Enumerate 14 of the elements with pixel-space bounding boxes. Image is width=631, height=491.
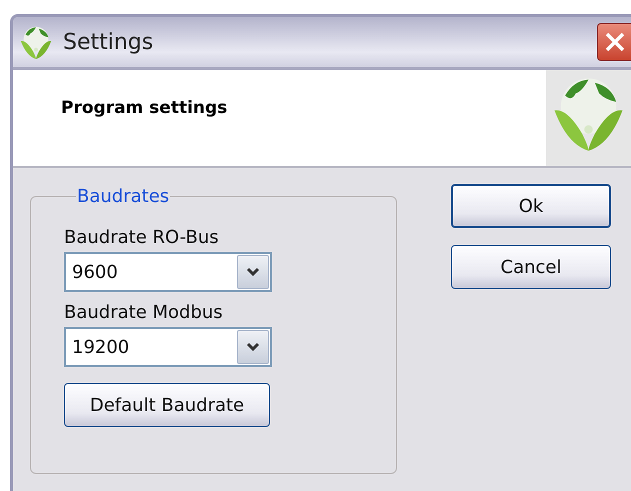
dialog-button[interactable]: Cancel <box>451 245 611 289</box>
chevron-down-icon <box>246 342 260 352</box>
baudrate-dropdown[interactable]: 9600 <box>64 252 272 292</box>
header-title: Program settings <box>61 98 228 118</box>
close-button[interactable] <box>597 23 631 61</box>
chevron-down-icon <box>246 267 260 277</box>
baudrate-dropdown[interactable]: 19200 <box>64 327 272 367</box>
window-title: Settings <box>63 30 154 54</box>
dialog-button[interactable]: Ok <box>451 184 611 228</box>
field-label: Baudrate RO-Bus <box>64 227 219 248</box>
field-label: Baudrate Modbus <box>64 302 223 323</box>
group-title: Baudrates <box>76 186 170 207</box>
default-baudrate-button[interactable]: Default Baudrate <box>64 383 270 427</box>
close-icon <box>604 31 626 53</box>
